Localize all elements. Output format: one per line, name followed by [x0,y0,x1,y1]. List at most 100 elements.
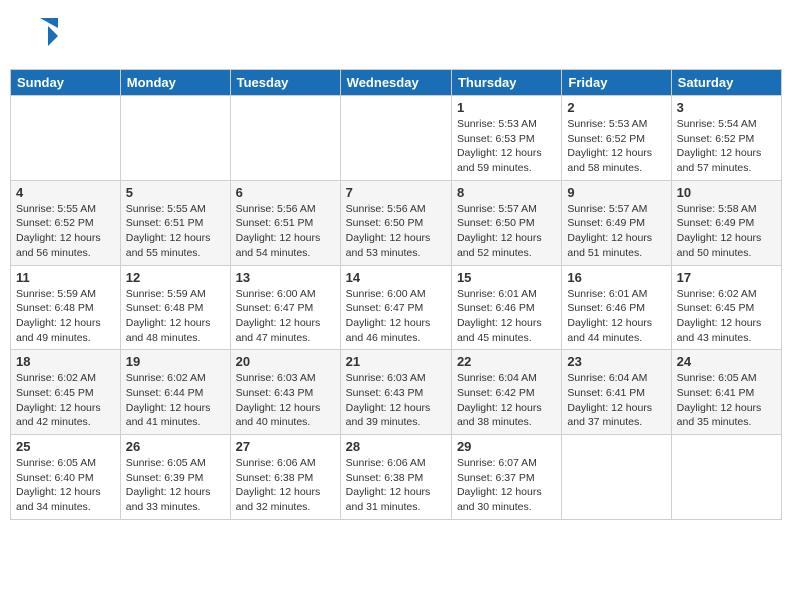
day-info: Sunrise: 5:57 AMSunset: 6:50 PMDaylight:… [457,202,556,261]
calendar-cell [340,96,451,181]
day-number: 28 [346,439,446,454]
calendar-cell: 11Sunrise: 5:59 AMSunset: 6:48 PMDayligh… [11,265,121,350]
day-info: Sunrise: 6:00 AMSunset: 6:47 PMDaylight:… [236,287,335,346]
day-number: 23 [567,354,665,369]
calendar-cell: 10 Sunrise: 5:58 AMSunset: 6:49 PMDayligh… [671,180,781,265]
day-number: 10 [677,185,776,200]
day-info: Sunrise: 6:05 AMSunset: 6:39 PMDaylight:… [126,456,225,515]
calendar-header-monday: Monday [120,70,230,96]
calendar-cell: 18 Sunrise: 6:02 AMSunset: 6:45 PMDayligh… [11,350,121,435]
day-number: 4 [16,185,115,200]
calendar-cell: 12Sunrise: 5:59 AMSunset: 6:48 PMDayligh… [120,265,230,350]
day-number: 13 [236,270,335,285]
day-number: 29 [457,439,556,454]
calendar-header-row: SundayMondayTuesdayWednesdayThursdayFrid… [11,70,782,96]
day-number: 20 [236,354,335,369]
day-number: 27 [236,439,335,454]
calendar-table: SundayMondayTuesdayWednesdayThursdayFrid… [10,69,782,520]
day-info: Sunrise: 6:04 AMSunset: 6:41 PMDaylight:… [567,371,665,430]
calendar-cell [562,435,671,520]
day-info: Sunrise: 6:05 AMSunset: 6:40 PMDaylight:… [16,456,115,515]
calendar-cell: 3 Sunrise: 5:54 AMSunset: 6:52 PMDaylight… [671,96,781,181]
calendar-cell [671,435,781,520]
calendar-header-friday: Friday [562,70,671,96]
calendar-cell: 16Sunrise: 6:01 AMSunset: 6:46 PMDayligh… [562,265,671,350]
day-number: 19 [126,354,225,369]
day-number: 3 [677,100,776,115]
calendar-header-sunday: Sunday [11,70,121,96]
day-info: Sunrise: 6:00 AMSunset: 6:47 PMDaylight:… [346,287,446,346]
calendar-cell: 4 Sunrise: 5:55 AMSunset: 6:52 PMDaylight… [11,180,121,265]
calendar-week-row: 11Sunrise: 5:59 AMSunset: 6:48 PMDayligh… [11,265,782,350]
calendar-body: 1 Sunrise: 5:53 AMSunset: 6:53 PMDaylight… [11,96,782,520]
day-info: Sunrise: 5:54 AMSunset: 6:52 PMDaylight:… [677,117,776,176]
calendar-header-thursday: Thursday [451,70,561,96]
calendar-cell: 27 Sunrise: 6:06 AMSunset: 6:38 PMDayligh… [230,435,340,520]
logo [20,18,58,61]
calendar-cell [120,96,230,181]
calendar-week-row: 4 Sunrise: 5:55 AMSunset: 6:52 PMDaylight… [11,180,782,265]
calendar-cell: 17 Sunrise: 6:02 AMSunset: 6:45 PMDayligh… [671,265,781,350]
calendar-cell: 13 Sunrise: 6:00 AMSunset: 6:47 PMDayligh… [230,265,340,350]
day-info: Sunrise: 5:58 AMSunset: 6:49 PMDaylight:… [677,202,776,261]
day-info: Sunrise: 6:05 AMSunset: 6:41 PMDaylight:… [677,371,776,430]
day-number: 26 [126,439,225,454]
calendar-cell: 7Sunrise: 5:56 AMSunset: 6:50 PMDaylight… [340,180,451,265]
calendar-cell [11,96,121,181]
day-info: Sunrise: 5:55 AMSunset: 6:51 PMDaylight:… [126,202,225,261]
calendar-header-saturday: Saturday [671,70,781,96]
day-number: 17 [677,270,776,285]
day-info: Sunrise: 6:07 AMSunset: 6:37 PMDaylight:… [457,456,556,515]
calendar-cell: 20 Sunrise: 6:03 AMSunset: 6:43 PMDayligh… [230,350,340,435]
calendar-cell: 22Sunrise: 6:04 AMSunset: 6:42 PMDayligh… [451,350,561,435]
calendar-cell: 19 Sunrise: 6:02 AMSunset: 6:44 PMDayligh… [120,350,230,435]
day-number: 24 [677,354,776,369]
calendar-cell: 1 Sunrise: 5:53 AMSunset: 6:53 PMDaylight… [451,96,561,181]
day-info: Sunrise: 6:06 AMSunset: 6:38 PMDaylight:… [236,456,335,515]
day-info: Sunrise: 5:53 AMSunset: 6:53 PMDaylight:… [457,117,556,176]
day-number: 15 [457,270,556,285]
day-number: 12 [126,270,225,285]
calendar-cell: 14 Sunrise: 6:00 AMSunset: 6:47 PMDayligh… [340,265,451,350]
day-info: Sunrise: 5:55 AMSunset: 6:52 PMDaylight:… [16,202,115,261]
day-info: Sunrise: 5:56 AMSunset: 6:51 PMDaylight:… [236,202,335,261]
calendar-cell: 8 Sunrise: 5:57 AMSunset: 6:50 PMDaylight… [451,180,561,265]
day-info: Sunrise: 6:02 AMSunset: 6:45 PMDaylight:… [16,371,115,430]
header [10,10,782,65]
day-number: 18 [16,354,115,369]
day-info: Sunrise: 6:01 AMSunset: 6:46 PMDaylight:… [457,287,556,346]
calendar-cell: 28 Sunrise: 6:06 AMSunset: 6:38 PMDayligh… [340,435,451,520]
day-number: 21 [346,354,446,369]
calendar-cell: 15 Sunrise: 6:01 AMSunset: 6:46 PMDayligh… [451,265,561,350]
day-info: Sunrise: 5:53 AMSunset: 6:52 PMDaylight:… [567,117,665,176]
calendar-week-row: 1 Sunrise: 5:53 AMSunset: 6:53 PMDaylight… [11,96,782,181]
day-number: 1 [457,100,556,115]
calendar-cell [230,96,340,181]
day-number: 9 [567,185,665,200]
day-number: 25 [16,439,115,454]
day-number: 6 [236,185,335,200]
day-number: 2 [567,100,665,115]
calendar-week-row: 25 Sunrise: 6:05 AMSunset: 6:40 PMDayligh… [11,435,782,520]
day-info: Sunrise: 6:03 AMSunset: 6:43 PMDaylight:… [346,371,446,430]
calendar-cell: 24 Sunrise: 6:05 AMSunset: 6:41 PMDayligh… [671,350,781,435]
calendar-header-wednesday: Wednesday [340,70,451,96]
calendar-cell: 9 Sunrise: 5:57 AMSunset: 6:49 PMDaylight… [562,180,671,265]
calendar-week-row: 18 Sunrise: 6:02 AMSunset: 6:45 PMDayligh… [11,350,782,435]
day-number: 8 [457,185,556,200]
day-info: Sunrise: 6:06 AMSunset: 6:38 PMDaylight:… [346,456,446,515]
day-info: Sunrise: 5:56 AMSunset: 6:50 PMDaylight:… [346,202,446,261]
calendar-cell: 21 Sunrise: 6:03 AMSunset: 6:43 PMDayligh… [340,350,451,435]
logo-icon [20,18,58,56]
day-info: Sunrise: 6:04 AMSunset: 6:42 PMDaylight:… [457,371,556,430]
day-number: 14 [346,270,446,285]
day-info: Sunrise: 5:57 AMSunset: 6:49 PMDaylight:… [567,202,665,261]
day-number: 5 [126,185,225,200]
day-number: 11 [16,270,115,285]
calendar-cell: 6 Sunrise: 5:56 AMSunset: 6:51 PMDaylight… [230,180,340,265]
day-info: Sunrise: 6:03 AMSunset: 6:43 PMDaylight:… [236,371,335,430]
day-info: Sunrise: 6:02 AMSunset: 6:45 PMDaylight:… [677,287,776,346]
calendar-cell: 2 Sunrise: 5:53 AMSunset: 6:52 PMDaylight… [562,96,671,181]
calendar-header-tuesday: Tuesday [230,70,340,96]
day-info: Sunrise: 6:02 AMSunset: 6:44 PMDaylight:… [126,371,225,430]
